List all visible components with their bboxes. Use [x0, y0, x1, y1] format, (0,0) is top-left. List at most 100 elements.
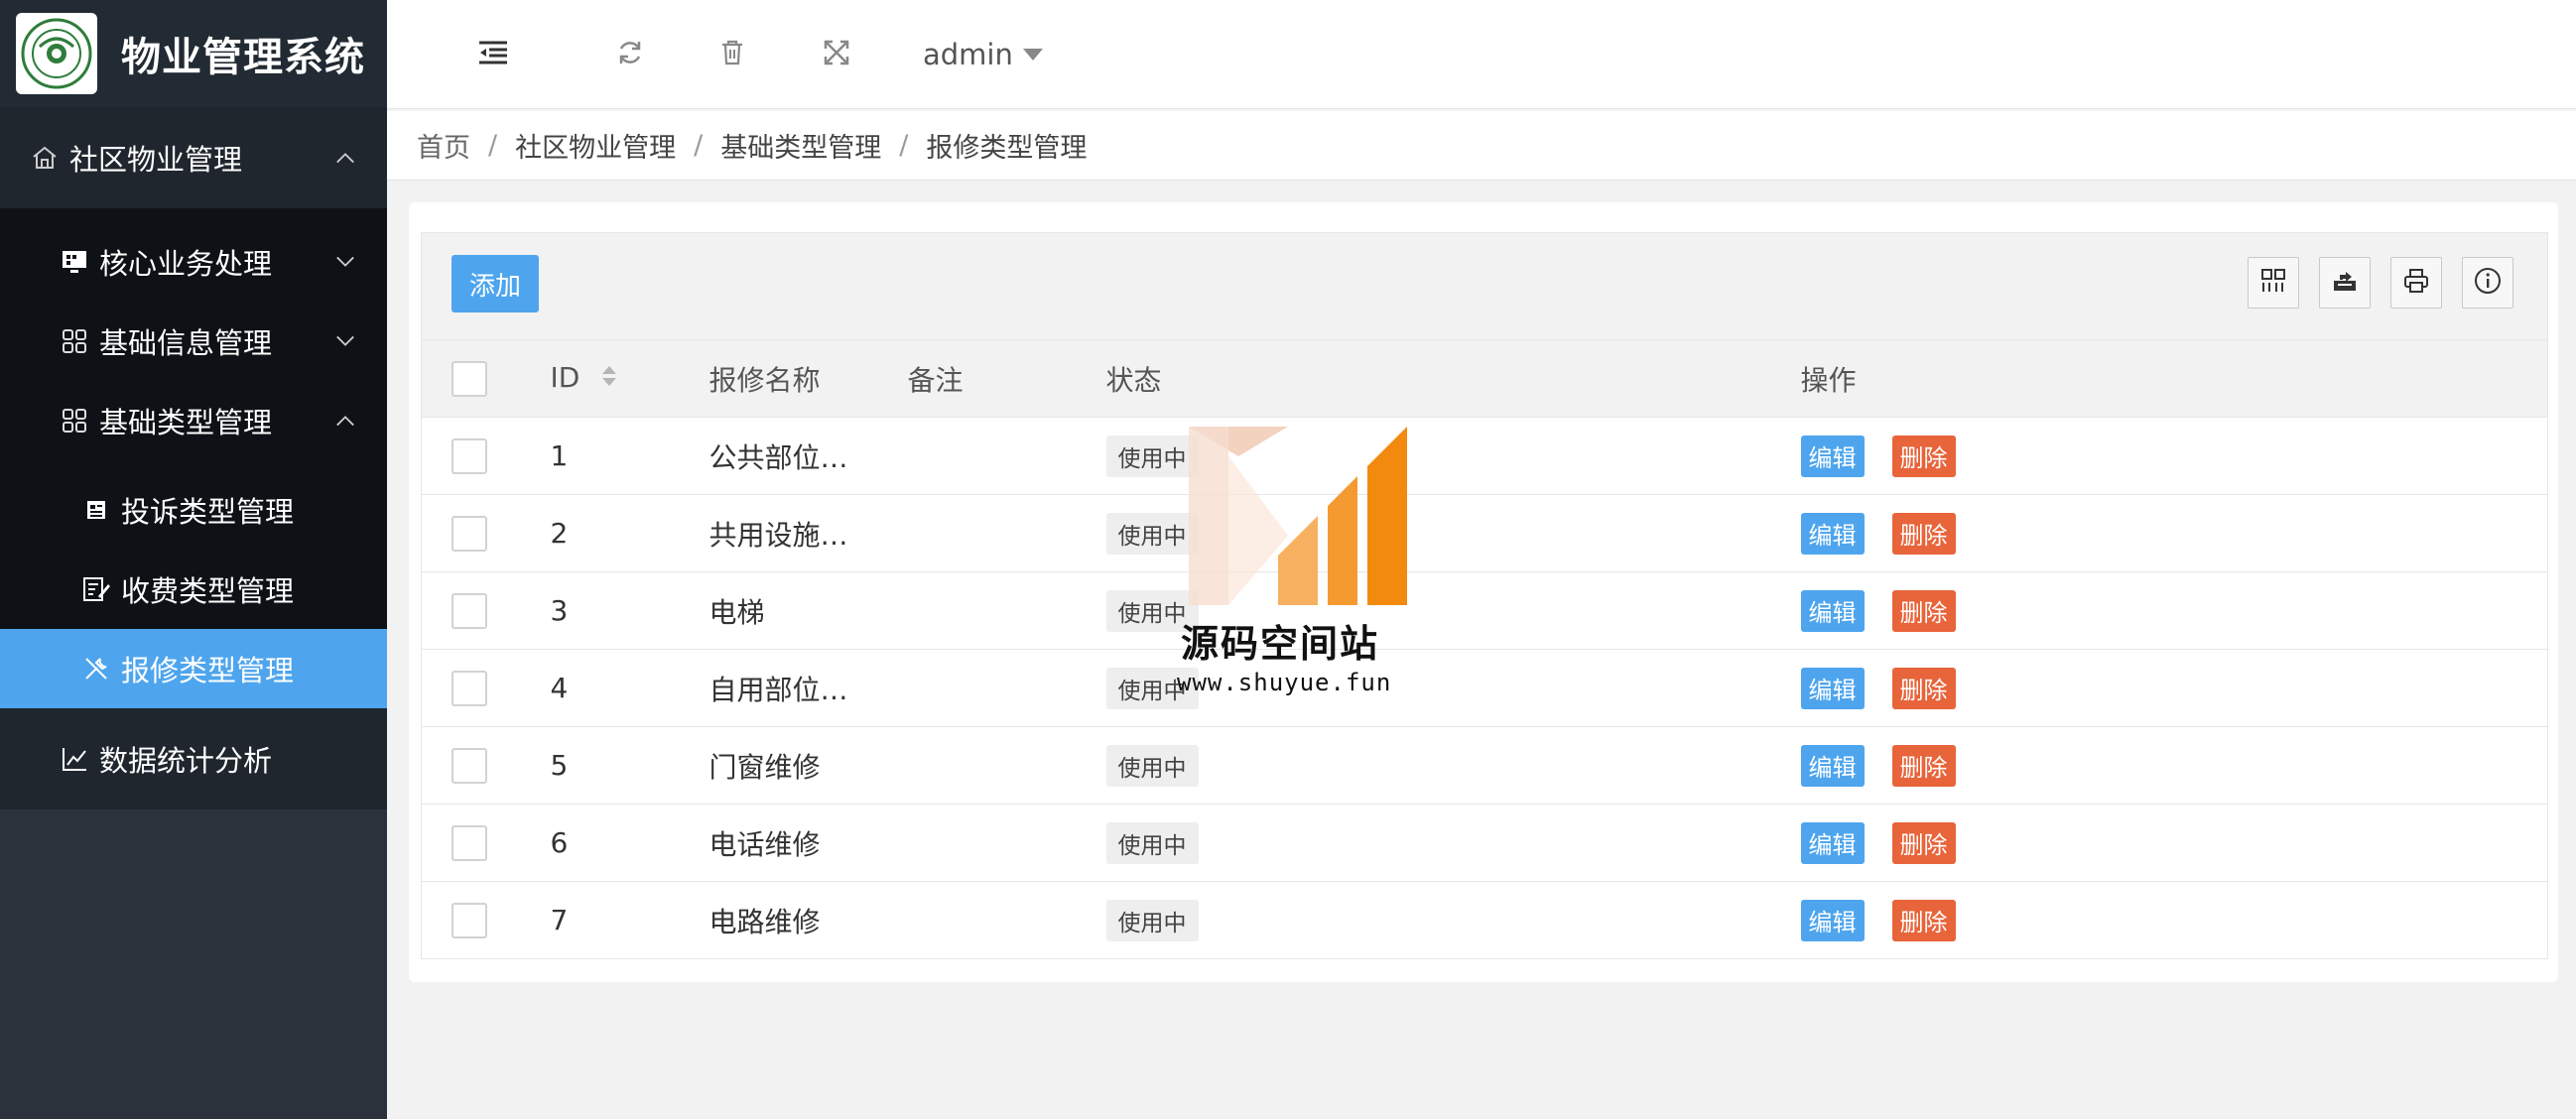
edit-button[interactable]: 编辑: [1800, 899, 1865, 941]
cell-status: 使用中: [1105, 881, 1801, 959]
print-button[interactable]: [2390, 257, 2442, 309]
sidebar-item-label: 数据统计分析: [99, 744, 273, 778]
cell-name: 电话维修: [708, 804, 908, 882]
cell-id: 4: [550, 649, 709, 727]
columns-button[interactable]: [2248, 257, 2299, 309]
sort-icon[interactable]: [600, 363, 618, 396]
document-icon: [81, 495, 111, 525]
sidebar-item-basic-info[interactable]: 基础信息管理: [0, 302, 387, 381]
row-actions: 编辑 删除: [1800, 821, 1956, 864]
table-toolbar: 添加: [421, 232, 2548, 339]
cell-actions: 编辑 删除: [1800, 494, 2548, 572]
cell-note: [907, 571, 1106, 650]
sidebar-item-basic-types[interactable]: 基础类型管理: [0, 381, 387, 460]
trash-icon: [719, 39, 745, 70]
cell-name: 共用设施…: [708, 494, 908, 572]
caret-down-icon: [1022, 49, 1043, 61]
sidebar-item-statistics[interactable]: 数据统计分析: [0, 708, 387, 809]
cell-status: 使用中: [1105, 804, 1801, 882]
edit-doc-icon: [81, 574, 111, 604]
chevron-down-icon: [335, 331, 355, 351]
columns-icon: [2260, 268, 2286, 298]
row-checkbox-cell: [421, 649, 551, 727]
row-checkbox[interactable]: [451, 747, 487, 784]
sidebar: 物业管理系统 社区物业管理 核心业务处理 基础信息管理 基础类型管理 投诉类型管…: [0, 0, 387, 1119]
edit-button[interactable]: 编辑: [1800, 744, 1865, 787]
edit-button[interactable]: 编辑: [1800, 435, 1865, 477]
user-menu[interactable]: admin: [923, 30, 1043, 79]
export-button[interactable]: [2319, 257, 2371, 309]
table-row: 2 共用设施… 使用中 编辑 删除: [421, 494, 2548, 572]
row-checkbox[interactable]: [451, 824, 487, 861]
sidebar-item-fee-types[interactable]: 收费类型管理: [0, 550, 387, 629]
row-checkbox[interactable]: [451, 670, 487, 706]
print-icon: [2403, 268, 2429, 298]
add-button[interactable]: 添加: [451, 255, 539, 312]
watermark-url: www.shuyue.fun: [1177, 669, 1392, 696]
row-checkbox[interactable]: [451, 902, 487, 938]
clear-cache-button[interactable]: [708, 30, 757, 79]
breadcrumb-item[interactable]: 社区物业管理: [515, 126, 676, 165]
sidebar-item-complaint-types[interactable]: 投诉类型管理: [0, 470, 387, 550]
delete-button[interactable]: 删除: [1891, 589, 1956, 632]
menu-toggle-button[interactable]: [468, 30, 518, 79]
grid-icon: [60, 406, 89, 435]
export-icon: [2332, 268, 2358, 298]
cell-actions: 编辑 删除: [1800, 804, 2548, 882]
sidebar-item-repair-types[interactable]: 报修类型管理: [0, 629, 387, 708]
cell-note: [907, 649, 1106, 727]
cell-note: [907, 881, 1106, 959]
row-checkbox[interactable]: [451, 592, 487, 629]
sidebar-item-community[interactable]: 社区物业管理: [0, 107, 387, 208]
row-checkbox-cell: [421, 804, 551, 882]
info-button[interactable]: [2462, 257, 2513, 309]
row-actions: 编辑 删除: [1800, 589, 1956, 632]
cell-name: 自用部位…: [708, 649, 908, 727]
row-actions: 编辑 删除: [1800, 744, 1956, 787]
line-chart-icon: [60, 744, 89, 774]
edit-button[interactable]: 编辑: [1800, 667, 1865, 709]
delete-button[interactable]: 删除: [1891, 435, 1956, 477]
edit-button[interactable]: 编辑: [1800, 512, 1865, 555]
delete-button[interactable]: 删除: [1891, 821, 1956, 864]
edit-button[interactable]: 编辑: [1800, 821, 1865, 864]
row-checkbox-cell: [421, 417, 551, 495]
row-checkbox[interactable]: [451, 437, 487, 474]
house-icon: [30, 143, 60, 173]
cell-note: [907, 494, 1106, 572]
sidebar-item-core-business[interactable]: 核心业务处理: [0, 222, 387, 302]
delete-button[interactable]: 删除: [1891, 899, 1956, 941]
column-id-label: ID: [550, 361, 580, 395]
row-checkbox-cell: [421, 726, 551, 805]
sidebar-item-label: 报修类型管理: [121, 654, 295, 687]
column-id[interactable]: ID: [550, 339, 709, 418]
cell-name: 电路维修: [708, 881, 908, 959]
edit-button[interactable]: 编辑: [1800, 589, 1865, 632]
expand-icon: [823, 39, 850, 70]
table-row: 5 门窗维修 使用中 编辑 删除: [421, 726, 2548, 805]
indent-icon: [477, 40, 509, 69]
cell-id: 1: [550, 417, 709, 495]
breadcrumb-item[interactable]: 基础类型管理: [720, 126, 881, 165]
app-title: 物业管理系统: [121, 35, 365, 80]
sidebar-item-label: 核心业务处理: [99, 247, 273, 281]
breadcrumb-home[interactable]: 首页: [417, 126, 470, 165]
delete-button[interactable]: 删除: [1891, 667, 1956, 709]
cell-actions: 编辑 删除: [1800, 417, 2548, 495]
cell-id: 2: [550, 494, 709, 572]
delete-button[interactable]: 删除: [1891, 744, 1956, 787]
fullscreen-button[interactable]: [812, 30, 861, 79]
breadcrumb-separator: /: [488, 130, 498, 161]
row-checkbox-cell: [421, 571, 551, 650]
breadcrumb-separator: /: [694, 130, 704, 161]
cell-note: [907, 417, 1106, 495]
select-all-checkbox[interactable]: [451, 360, 487, 397]
refresh-icon: [616, 39, 644, 70]
chevron-up-icon: [335, 148, 355, 168]
cell-id: 7: [550, 881, 709, 959]
breadcrumb: 首页 / 社区物业管理 / 基础类型管理 / 报修类型管理: [387, 111, 2576, 181]
row-checkbox[interactable]: [451, 515, 487, 552]
delete-button[interactable]: 删除: [1891, 512, 1956, 555]
refresh-button[interactable]: [605, 30, 655, 79]
column-name: 报修名称: [708, 339, 908, 418]
